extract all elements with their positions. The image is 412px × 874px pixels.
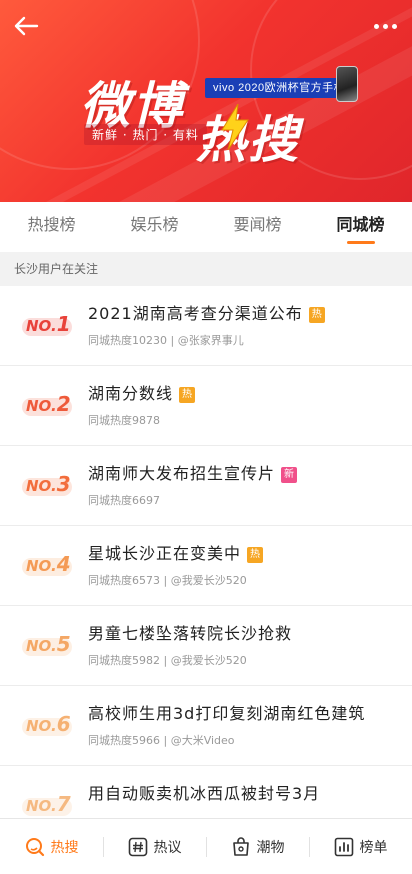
trending-list: NO.1 2021湖南高考查分渠道公布热同城热度10230 | @张家界事儿 NO.… — [0, 286, 412, 846]
nav-discussion[interactable]: 热议 — [103, 819, 206, 874]
rank-number: 4 — [56, 552, 71, 576]
bag-icon — [232, 836, 249, 856]
hot-badge: 热 — [247, 547, 264, 563]
nav-label: 热搜 — [50, 839, 79, 856]
item-title-text: 星城长沙正在变美中 — [88, 544, 242, 563]
list-item[interactable]: NO.1 2021湖南高考查分渠道公布热同城热度10230 | @张家界事儿 — [0, 286, 412, 366]
rank-label: NO.6 — [26, 712, 71, 736]
item-meta: 同城热度6573 | @我爱长沙520 — [88, 574, 247, 587]
list-item[interactable]: NO.3 湖南师大发布招生宣传片新同城热度6697 — [0, 446, 412, 526]
chart-icon — [334, 837, 353, 856]
phone-image — [336, 66, 358, 102]
tab-news[interactable]: 要闻榜 — [206, 202, 309, 250]
rank-number: 3 — [56, 472, 71, 496]
header-banner: vivo 2020欧洲杯官方手机 微博 新鲜 · 热门 · 有料 热搜 — [0, 0, 412, 202]
item-title: 用自动贩卖机冰西瓜被封号3月 — [88, 780, 320, 804]
dot-icon — [382, 23, 388, 29]
section-title: 长沙用户在关注 — [0, 252, 412, 286]
item-meta: 同城热度6697 — [88, 494, 160, 507]
item-title-text: 湖南师大发布招生宣传片 — [88, 464, 276, 483]
rank-prefix: NO. — [26, 797, 57, 815]
hashtag-icon — [128, 837, 147, 856]
item-title-text: 高校师生用3d打印复刻湖南红色建筑 — [88, 704, 366, 723]
nav-label: 潮物 — [256, 839, 285, 856]
list-item[interactable]: NO.2 湖南分数线热同城热度9878 — [0, 366, 412, 446]
nav-hot-search[interactable]: 热搜 — [0, 819, 103, 874]
list-item[interactable]: NO.6 高校师生用3d打印复刻湖南红色建筑同城热度5966 | @大米Video — [0, 686, 412, 766]
nav-trends[interactable]: 潮物 — [206, 819, 309, 874]
nav-label: 热议 — [153, 839, 182, 856]
rank-label: NO.4 — [26, 552, 71, 576]
nav-rankings[interactable]: 榜单 — [309, 819, 412, 874]
rank-prefix: NO. — [26, 717, 57, 735]
nav-label: 榜单 — [359, 839, 388, 856]
rank-label: NO.7 — [26, 792, 71, 816]
rank-label: NO.1 — [26, 312, 71, 336]
dot-icon — [391, 23, 397, 29]
item-title: 高校师生用3d打印复刻湖南红色建筑 — [88, 700, 365, 724]
item-title: 湖南分数线热 — [88, 380, 196, 404]
new-badge: 新 — [281, 467, 298, 483]
item-title: 星城长沙正在变美中热 — [88, 540, 264, 564]
rank-number: 5 — [56, 632, 71, 656]
search-icon — [25, 837, 44, 856]
rank-prefix: NO. — [26, 477, 57, 495]
rank-prefix: NO. — [26, 637, 57, 655]
tab-hot-search[interactable]: 热搜榜 — [0, 202, 103, 250]
list-item[interactable]: NO.4 星城长沙正在变美中热同城热度6573 | @我爱长沙520 — [0, 526, 412, 606]
arrow-left-icon — [14, 16, 39, 36]
item-title-text: 湖南分数线 — [88, 384, 174, 403]
hot-badge: 热 — [308, 307, 325, 323]
rank-label: NO.2 — [26, 392, 71, 416]
rank-prefix: NO. — [26, 397, 57, 415]
lightning-icon — [221, 104, 249, 150]
rank-number: 7 — [56, 792, 71, 816]
item-meta: 同城热度10230 | @张家界事儿 — [88, 334, 244, 347]
hot-badge: 热 — [179, 387, 196, 403]
back-button[interactable] — [10, 12, 42, 40]
item-title: 2021湖南高考查分渠道公布热 — [88, 300, 325, 324]
rank-label: NO.5 — [26, 632, 71, 656]
rank-prefix: NO. — [26, 317, 57, 335]
banner-tagline: 新鲜 · 热门 · 有料 — [84, 124, 207, 145]
rank-number: 6 — [56, 712, 71, 736]
list-item[interactable]: NO.5 男童七楼坠落转院长沙抢救同城热度5982 | @我爱长沙520 — [0, 606, 412, 686]
item-title-text: 2021湖南高考查分渠道公布 — [88, 304, 303, 323]
item-title: 男童七楼坠落转院长沙抢救 — [88, 620, 292, 644]
sponsor-label: vivo 2020欧洲杯官方手机 — [205, 78, 354, 98]
item-title-text: 男童七楼坠落转院长沙抢救 — [88, 624, 293, 643]
dot-icon — [373, 23, 379, 29]
rank-label: NO.3 — [26, 472, 71, 496]
tab-local[interactable]: 同城榜 — [309, 202, 412, 250]
more-options-button[interactable] — [370, 12, 400, 40]
rank-number: 2 — [56, 392, 71, 416]
rank-prefix: NO. — [26, 557, 57, 575]
tab-entertainment[interactable]: 娱乐榜 — [103, 202, 206, 250]
item-meta: 同城热度5982 | @我爱长沙520 — [88, 654, 247, 667]
category-tabs: 热搜榜 娱乐榜 要闻榜 同城榜 — [0, 202, 412, 250]
bottom-navigation: 热搜 热议 潮物 榜单 — [0, 818, 412, 874]
item-title-text: 用自动贩卖机冰西瓜被封号3月 — [88, 784, 321, 803]
item-meta: 同城热度5966 | @大米Video — [88, 734, 235, 747]
item-meta: 同城热度9878 — [88, 414, 160, 427]
item-title: 湖南师大发布招生宣传片新 — [88, 460, 298, 484]
rank-number: 1 — [56, 312, 71, 336]
